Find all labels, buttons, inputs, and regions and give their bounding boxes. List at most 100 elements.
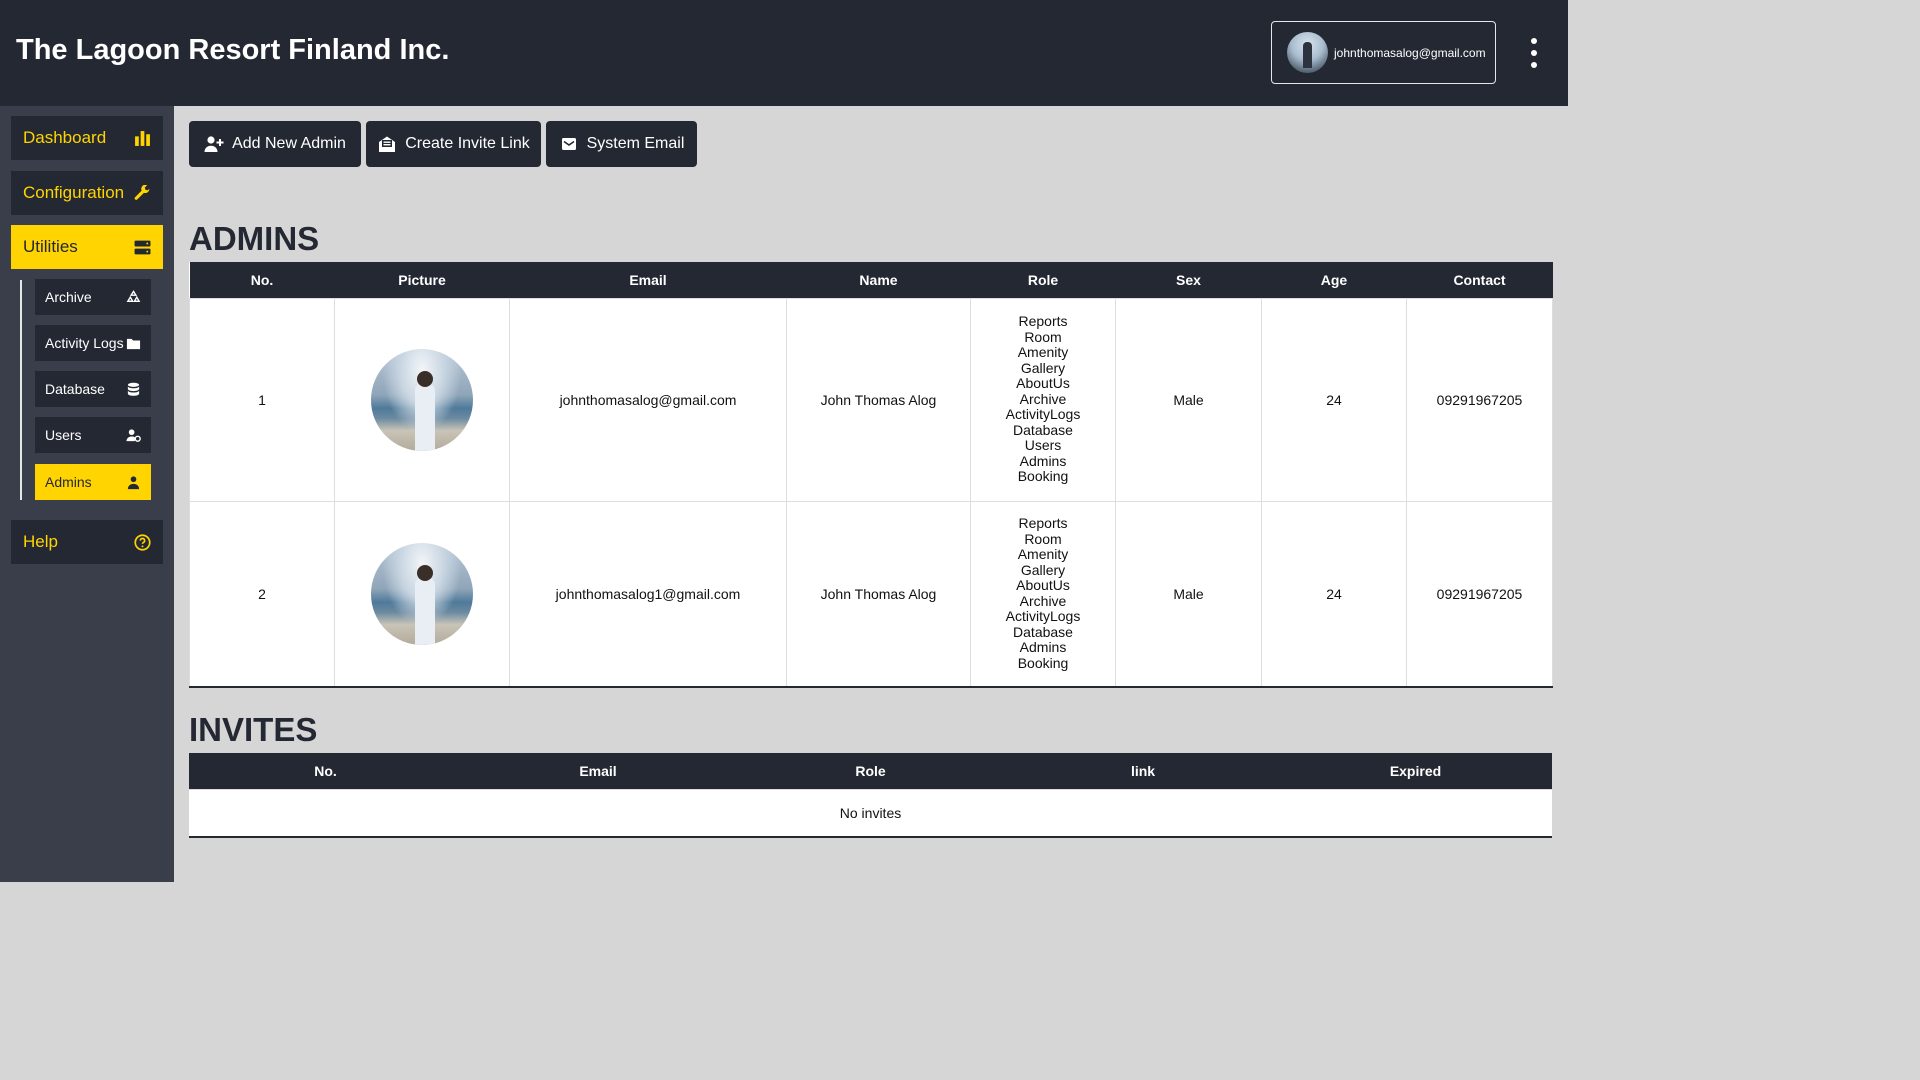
folder-icon — [126, 338, 141, 349]
user-account-chip[interactable]: johnthomasalog@gmail.com — [1271, 21, 1496, 84]
role-item: Gallery — [1020, 561, 1066, 578]
table-row[interactable]: 2 johnthomasalog1@gmail.com John Thomas … — [189, 500, 1553, 688]
admin-email: johnthomasalog@gmail.com — [509, 297, 787, 502]
sidebar-item-users[interactable]: Users — [35, 417, 151, 453]
sidebar-item-label: Database — [45, 381, 105, 397]
admin-contact: 09291967205 — [1406, 500, 1553, 688]
admin-no: 2 — [189, 500, 335, 688]
role-item: Amenity — [1017, 344, 1069, 361]
role-item: ActivityLogs — [1005, 406, 1081, 423]
invites-table: No. Email Role link Expired No invites — [189, 753, 1552, 838]
sidebar-item-label: Configuration — [23, 183, 125, 202]
admins-header-row: No. Picture Email Name Role Sex Age Cont… — [189, 262, 1553, 298]
sidebar-item-label: Help — [23, 532, 58, 551]
column-header: Picture — [334, 262, 510, 298]
admin-name: John Thomas Alog — [786, 297, 971, 502]
role-item: Booking — [1017, 468, 1069, 485]
wrench-icon — [134, 184, 150, 200]
column-header: No. — [189, 753, 462, 789]
role-item: Reports — [1018, 515, 1068, 532]
create-invite-link-label: Create Invite Link — [405, 135, 530, 152]
admin-contact: 09291967205 — [1406, 297, 1553, 502]
sidebar-item-help[interactable]: Help — [11, 520, 163, 564]
admin-age: 24 — [1261, 500, 1407, 688]
sidebar-item-dashboard[interactable]: Dashboard — [11, 116, 163, 160]
add-new-admin-button[interactable]: Add New Admin — [189, 121, 361, 167]
role-item: AboutUs — [1016, 577, 1070, 594]
sidebar-item-admins[interactable]: Admins — [35, 464, 151, 500]
avatar — [371, 542, 473, 645]
envelope-icon — [561, 138, 576, 150]
role-item: Database — [1013, 421, 1073, 438]
column-header: Role — [734, 753, 1007, 789]
sidebar-item-configuration[interactable]: Configuration — [11, 171, 163, 215]
role-item: Admins — [1019, 452, 1067, 469]
admin-name: John Thomas Alog — [786, 500, 971, 688]
sidebar-item-archive[interactable]: Archive — [35, 279, 151, 315]
bar-chart-icon — [135, 130, 150, 146]
role-item: Admins — [1019, 639, 1067, 656]
admin-email: johnthomasalog1@gmail.com — [509, 500, 787, 688]
server-icon — [134, 240, 151, 254]
role-item: Users — [1024, 437, 1062, 454]
avatar — [371, 348, 473, 451]
role-item: AboutUs — [1016, 375, 1070, 392]
role-item: Archive — [1019, 592, 1067, 609]
submenu-rail — [20, 280, 22, 500]
admin-age: 24 — [1261, 297, 1407, 502]
create-invite-link-button[interactable]: Create Invite Link — [366, 121, 541, 167]
sidebar-item-database[interactable]: Database — [35, 371, 151, 407]
sidebar-item-label: Dashboard — [23, 128, 107, 147]
admins-heading: ADMINS — [189, 220, 320, 257]
column-header: link — [1007, 753, 1279, 789]
recycle-icon — [126, 289, 141, 302]
column-header: Email — [462, 753, 734, 789]
role-item: Reports — [1018, 313, 1068, 330]
admin-picture-cell — [334, 297, 510, 502]
avatar — [1287, 32, 1328, 73]
sidebar-item-label: Admins — [45, 474, 92, 490]
question-circle-icon — [134, 533, 151, 551]
sidebar-item-label: Archive — [45, 289, 92, 305]
system-email-label: System Email — [586, 135, 685, 152]
role-item: Booking — [1017, 654, 1069, 671]
role-item: Archive — [1019, 390, 1067, 407]
column-header: Age — [1261, 262, 1407, 298]
column-header: No. — [189, 262, 335, 298]
role-item: Gallery — [1020, 359, 1066, 376]
role-item: ActivityLogs — [1005, 608, 1081, 625]
sidebar-item-label: Users — [45, 427, 82, 443]
invites-header-row: No. Email Role link Expired — [189, 753, 1552, 789]
sidebar-item-activity-logs[interactable]: Activity Logs — [35, 325, 151, 361]
admin-roles: Reports Room Amenity Gallery AboutUs Arc… — [970, 297, 1116, 502]
system-email-button[interactable]: System Email — [546, 121, 697, 167]
table-row: No invites — [189, 788, 1552, 838]
column-header: Sex — [1115, 262, 1262, 298]
sidebar-item-label: Utilities — [23, 237, 78, 256]
admin-user-icon — [127, 475, 140, 489]
database-icon — [127, 382, 140, 396]
no-invites-message: No invites — [189, 788, 1552, 838]
table-row[interactable]: 1 johnthomasalog@gmail.com John Thomas A… — [189, 297, 1553, 502]
top-bar: The Lagoon Resort Finland Inc. johnthoma… — [0, 0, 1568, 106]
column-header: Contact — [1406, 262, 1553, 298]
admin-sex: Male — [1115, 500, 1262, 688]
admin-sex: Male — [1115, 297, 1262, 502]
role-item: Database — [1013, 623, 1073, 640]
column-header: Name — [786, 262, 971, 298]
envelope-open-icon — [379, 136, 396, 152]
users-cog-icon — [126, 428, 141, 442]
column-header: Role — [970, 262, 1116, 298]
add-new-admin-label: Add New Admin — [232, 135, 346, 152]
sidebar-item-utilities[interactable]: Utilities — [11, 225, 163, 269]
user-plus-icon — [204, 136, 224, 152]
column-header: Email — [509, 262, 787, 298]
role-item: Amenity — [1017, 546, 1069, 563]
admin-roles: Reports Room Amenity Gallery AboutUs Arc… — [970, 500, 1116, 688]
sidebar-item-label: Activity Logs — [45, 335, 124, 351]
user-email: johnthomasalog@gmail.com — [1334, 45, 1486, 60]
admin-no: 1 — [189, 297, 335, 502]
invites-heading: INVITES — [189, 711, 318, 748]
more-options-icon[interactable] — [1524, 38, 1544, 68]
role-item: Room — [1024, 530, 1062, 547]
